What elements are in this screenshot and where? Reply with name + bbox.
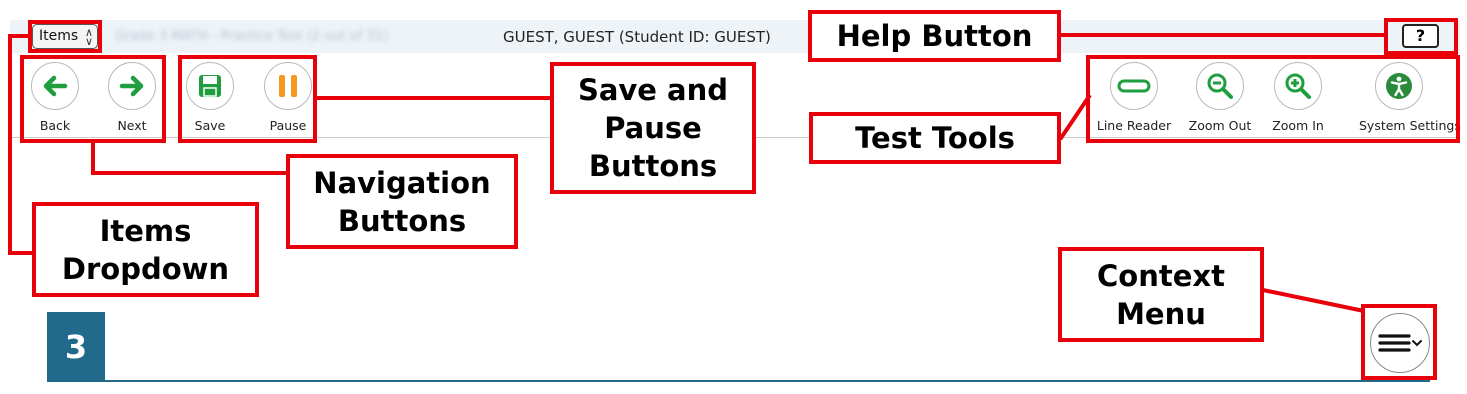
context-menu-callout: Context Menu (1058, 247, 1264, 342)
test-tools-highlight-box (1086, 55, 1460, 143)
items-dropdown-callout: Items Dropdown (32, 202, 259, 297)
save-pause-callout: Save and Pause Buttons (550, 62, 756, 194)
navigation-callout: Navigation Buttons (286, 154, 518, 249)
items-highlight-box (28, 20, 102, 53)
help-highlight-box (1384, 18, 1458, 55)
context-menu-highlight-box (1361, 304, 1437, 380)
help-button-callout: Help Button (808, 10, 1061, 62)
test-tools-callout: Test Tools (809, 112, 1061, 164)
save-pause-highlight-box (178, 55, 317, 143)
navigation-highlight-box (20, 55, 166, 143)
